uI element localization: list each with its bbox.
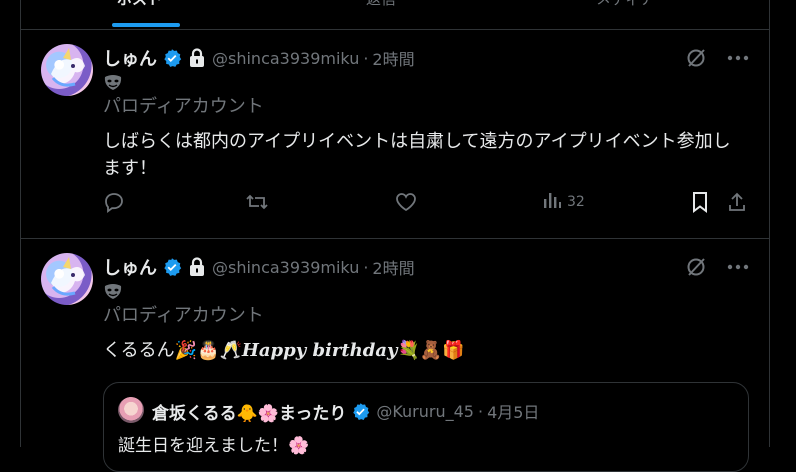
tab-active-indicator [112,23,180,27]
repost-icon[interactable] [245,191,269,213]
display-name[interactable]: しゅん [103,45,157,71]
lock-icon [188,48,206,68]
tweet-actions: 32 [103,188,749,216]
quote-avatar[interactable] [118,397,144,423]
tweet-text: くるるん🎉🎂🥂Happy birthday💐🧸🎁 [103,337,748,364]
verified-badge-icon [351,402,370,421]
tab-posts[interactable]: ポスト [117,0,162,9]
post-time[interactable]: 2時間 [372,255,414,279]
post-time[interactable]: 2時間 [372,46,414,70]
profile-tabbar: ポスト 返信 メディア [21,0,769,30]
quote-date: 4月5日 [487,403,540,422]
like-icon[interactable] [395,192,417,212]
user-handle[interactable]: @shinca3939miku [212,49,359,68]
grok-icon[interactable] [681,44,711,72]
user-handle[interactable]: @shinca3939miku [212,258,359,277]
avatar[interactable] [41,44,93,96]
quote-handle: @Kururu_45 [376,401,474,421]
share-icon[interactable] [727,191,747,213]
more-options-icon[interactable] [723,44,753,72]
bouquet-bear-gift-emoji: 💐🧸🎁 [397,340,465,361]
quote-display-name: 倉坂くるる🐥🌸まったり [152,403,347,424]
views-button[interactable]: 32 [543,190,585,214]
tweet[interactable]: しゅん @shinca3939miku · 2時間 [21,239,769,472]
verified-badge-icon [162,257,182,277]
display-name[interactable]: しゅん [103,254,157,280]
more-options-icon[interactable] [723,253,753,281]
parody-mask-icon [103,281,753,303]
tweet-text-birthday: Happy birthday [241,340,398,361]
tweet-text: しばらくは都内のアイプリイベントは自粛して遠方のアイプリイベント参加します！ [103,131,731,179]
separator-dot: · [363,257,369,277]
verified-badge-icon [162,48,182,68]
separator-dot: · [363,48,369,68]
avatar[interactable] [41,253,93,305]
tab-media[interactable]: メディア [596,0,655,9]
views-count: 32 [567,194,585,210]
quote-text: 誕生日を迎えました！🌸 [118,436,310,456]
reply-icon[interactable] [103,191,125,213]
bookmark-icon[interactable] [691,191,709,213]
parody-mask-icon [103,72,753,94]
grok-icon[interactable] [681,253,711,281]
tweet-text-prefix: くるるん [103,340,175,361]
views-icon [543,190,561,214]
lock-icon [188,257,206,277]
tab-replies[interactable]: 返信 [366,0,396,9]
separator-dot: · [477,401,484,421]
tweet[interactable]: しゅん @shinca3939miku · 2時間 [21,30,769,239]
parody-account-label: パロディアカウント [103,305,264,326]
parody-account-label: パロディアカウント [103,96,264,117]
party-cake-cheers-emoji: 🎉🎂🥂 [174,340,242,361]
quoted-tweet[interactable]: 倉坂くるる🐥🌸まったり @Kururu_45 · 4月5日 誕生日を迎えました！… [103,382,749,472]
timeline-column: ポスト 返信 メディア しゅん @shinca3939miku [20,0,770,472]
